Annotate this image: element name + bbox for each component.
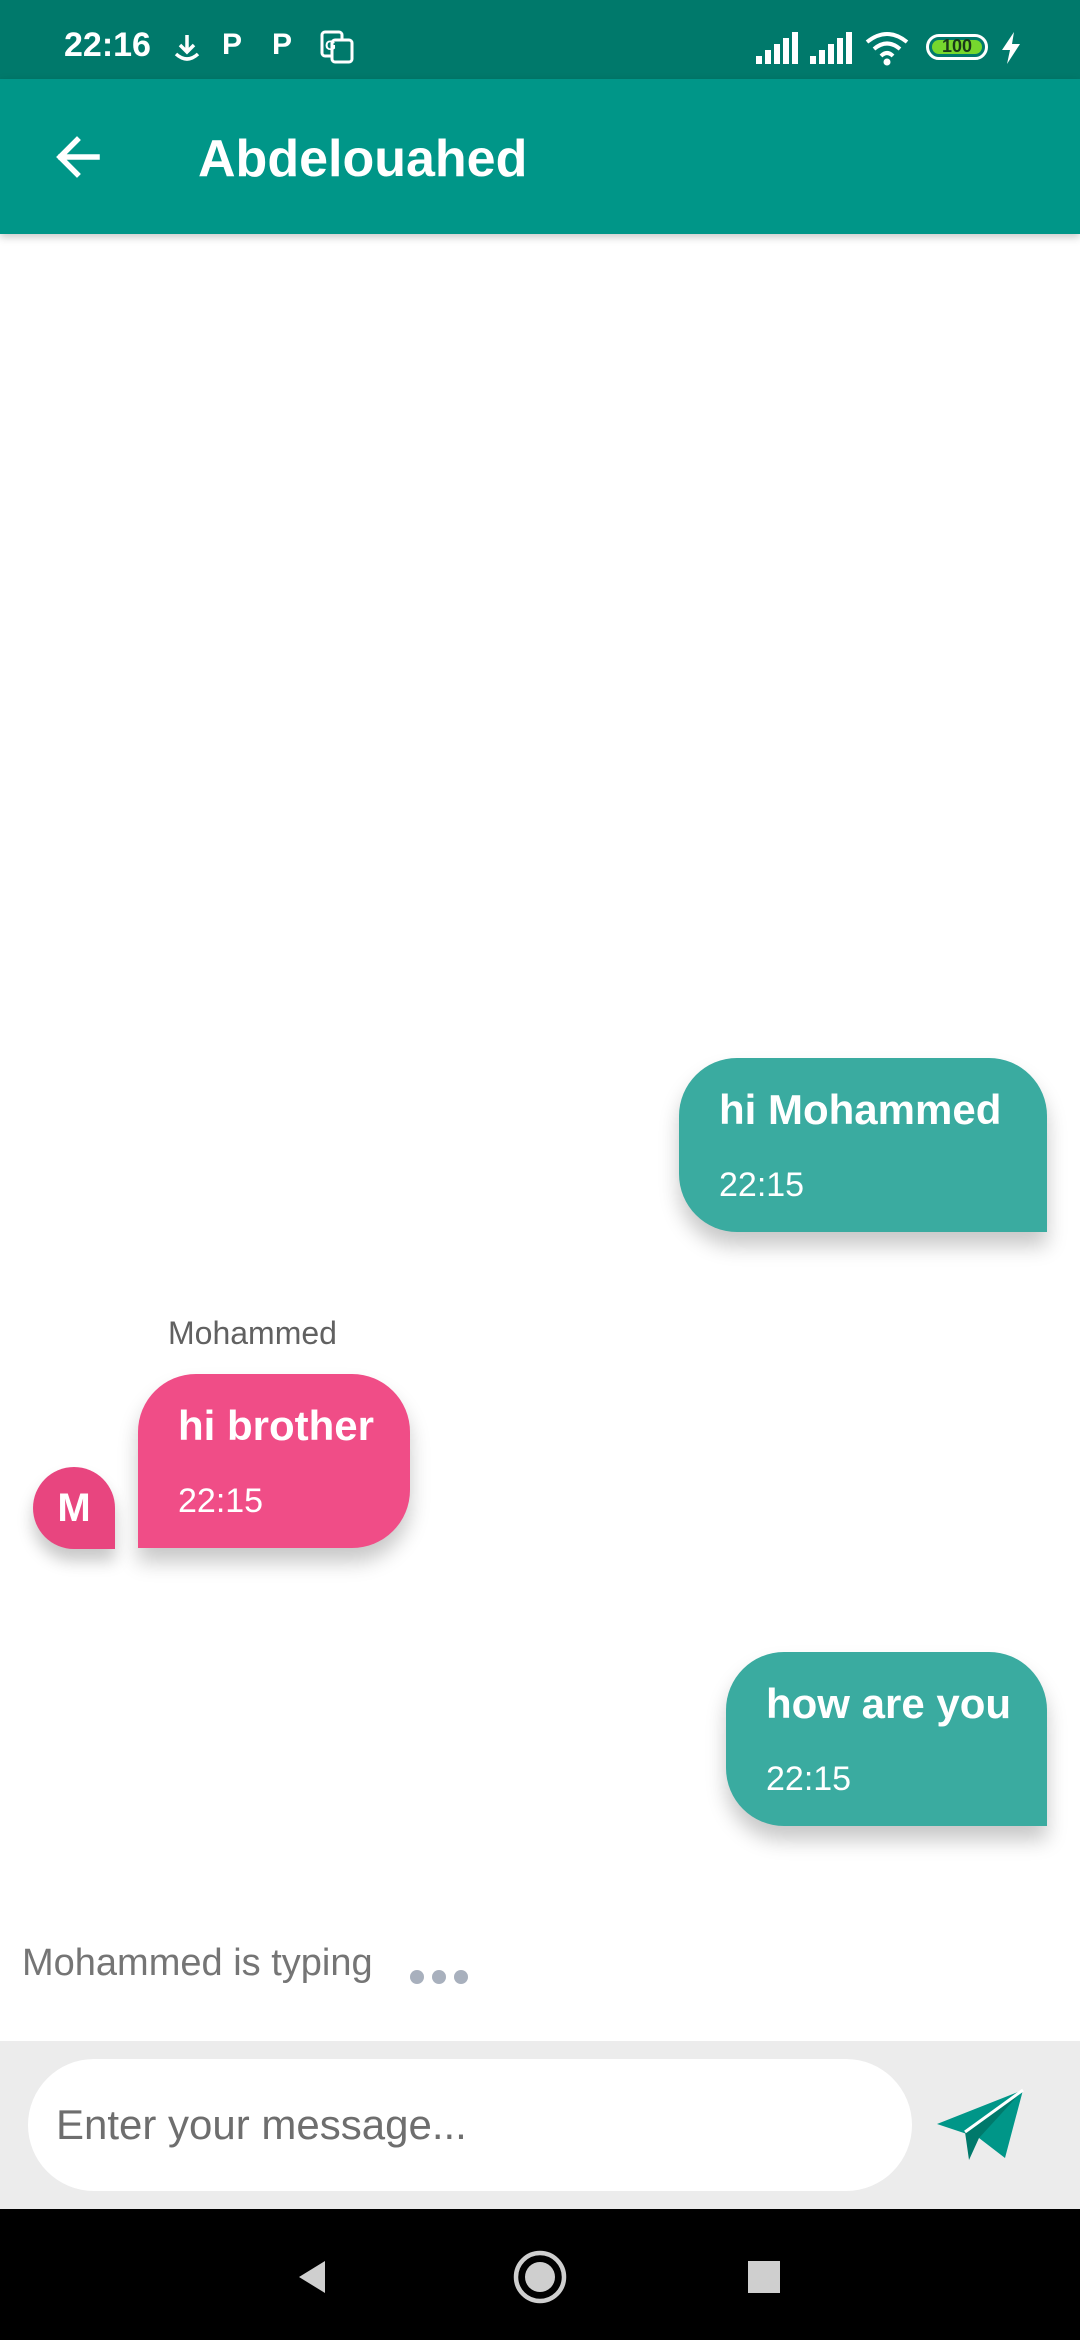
wifi-icon — [864, 30, 910, 71]
message-time: 22:15 — [178, 1482, 264, 1520]
navigation-bar — [0, 2209, 1080, 2340]
svg-text:G: G — [325, 37, 336, 53]
signal-icon — [756, 32, 800, 69]
message-composer — [0, 2041, 1080, 2209]
typing-indicator-label: Mohammed is typing — [22, 1942, 373, 1984]
message-text: hi brother — [178, 1402, 374, 1449]
message-time: 22:15 — [766, 1760, 852, 1798]
status-bar: 22:16 P P G 100 — [0, 0, 1080, 79]
send-button[interactable] — [930, 2083, 1030, 2167]
avatar[interactable]: M — [33, 1467, 115, 1549]
recents-square-icon — [748, 2261, 780, 2293]
send-icon — [937, 2088, 1024, 2160]
message-input[interactable] — [28, 2059, 912, 2191]
translate-icon: G — [320, 30, 354, 69]
nav-recents-button[interactable] — [734, 2247, 794, 2307]
typing-dots-icon — [410, 1970, 468, 1984]
message-text: hi Mohammed — [719, 1086, 1002, 1133]
sender-name: Mohammed — [168, 1315, 337, 1351]
chat-title: Abdelouahed — [198, 130, 528, 188]
message-time: 22:15 — [719, 1166, 805, 1204]
typing-dot — [454, 1970, 468, 1984]
battery-level: 100 — [941, 36, 973, 56]
nav-back-button[interactable] — [283, 2247, 343, 2307]
signal-icon — [810, 32, 854, 69]
nav-home-button[interactable] — [510, 2247, 570, 2307]
back-triangle-icon — [299, 2261, 325, 2293]
status-time: 22:16 — [64, 26, 151, 64]
parking-icon: P — [272, 28, 293, 61]
outgoing-message-bubble[interactable]: how are you 22:15 — [726, 1652, 1047, 1826]
download-icon — [172, 32, 202, 67]
incoming-message-bubble[interactable]: hi brother 22:15 — [138, 1374, 410, 1548]
app-bar: Abdelouahed — [0, 79, 1080, 234]
typing-dot — [432, 1970, 446, 1984]
typing-dot — [410, 1970, 424, 1984]
outgoing-message-bubble[interactable]: hi Mohammed 22:15 — [679, 1058, 1047, 1232]
message-text: how are you — [766, 1680, 1012, 1727]
parking-icon: P — [222, 28, 243, 61]
avatar-initial: M — [57, 1485, 91, 1530]
arrow-back-icon — [56, 136, 100, 178]
battery-icon: 100 — [926, 34, 988, 60]
home-circle-icon — [513, 2250, 567, 2304]
back-button[interactable] — [40, 119, 116, 195]
charging-icon — [1000, 32, 1022, 69]
